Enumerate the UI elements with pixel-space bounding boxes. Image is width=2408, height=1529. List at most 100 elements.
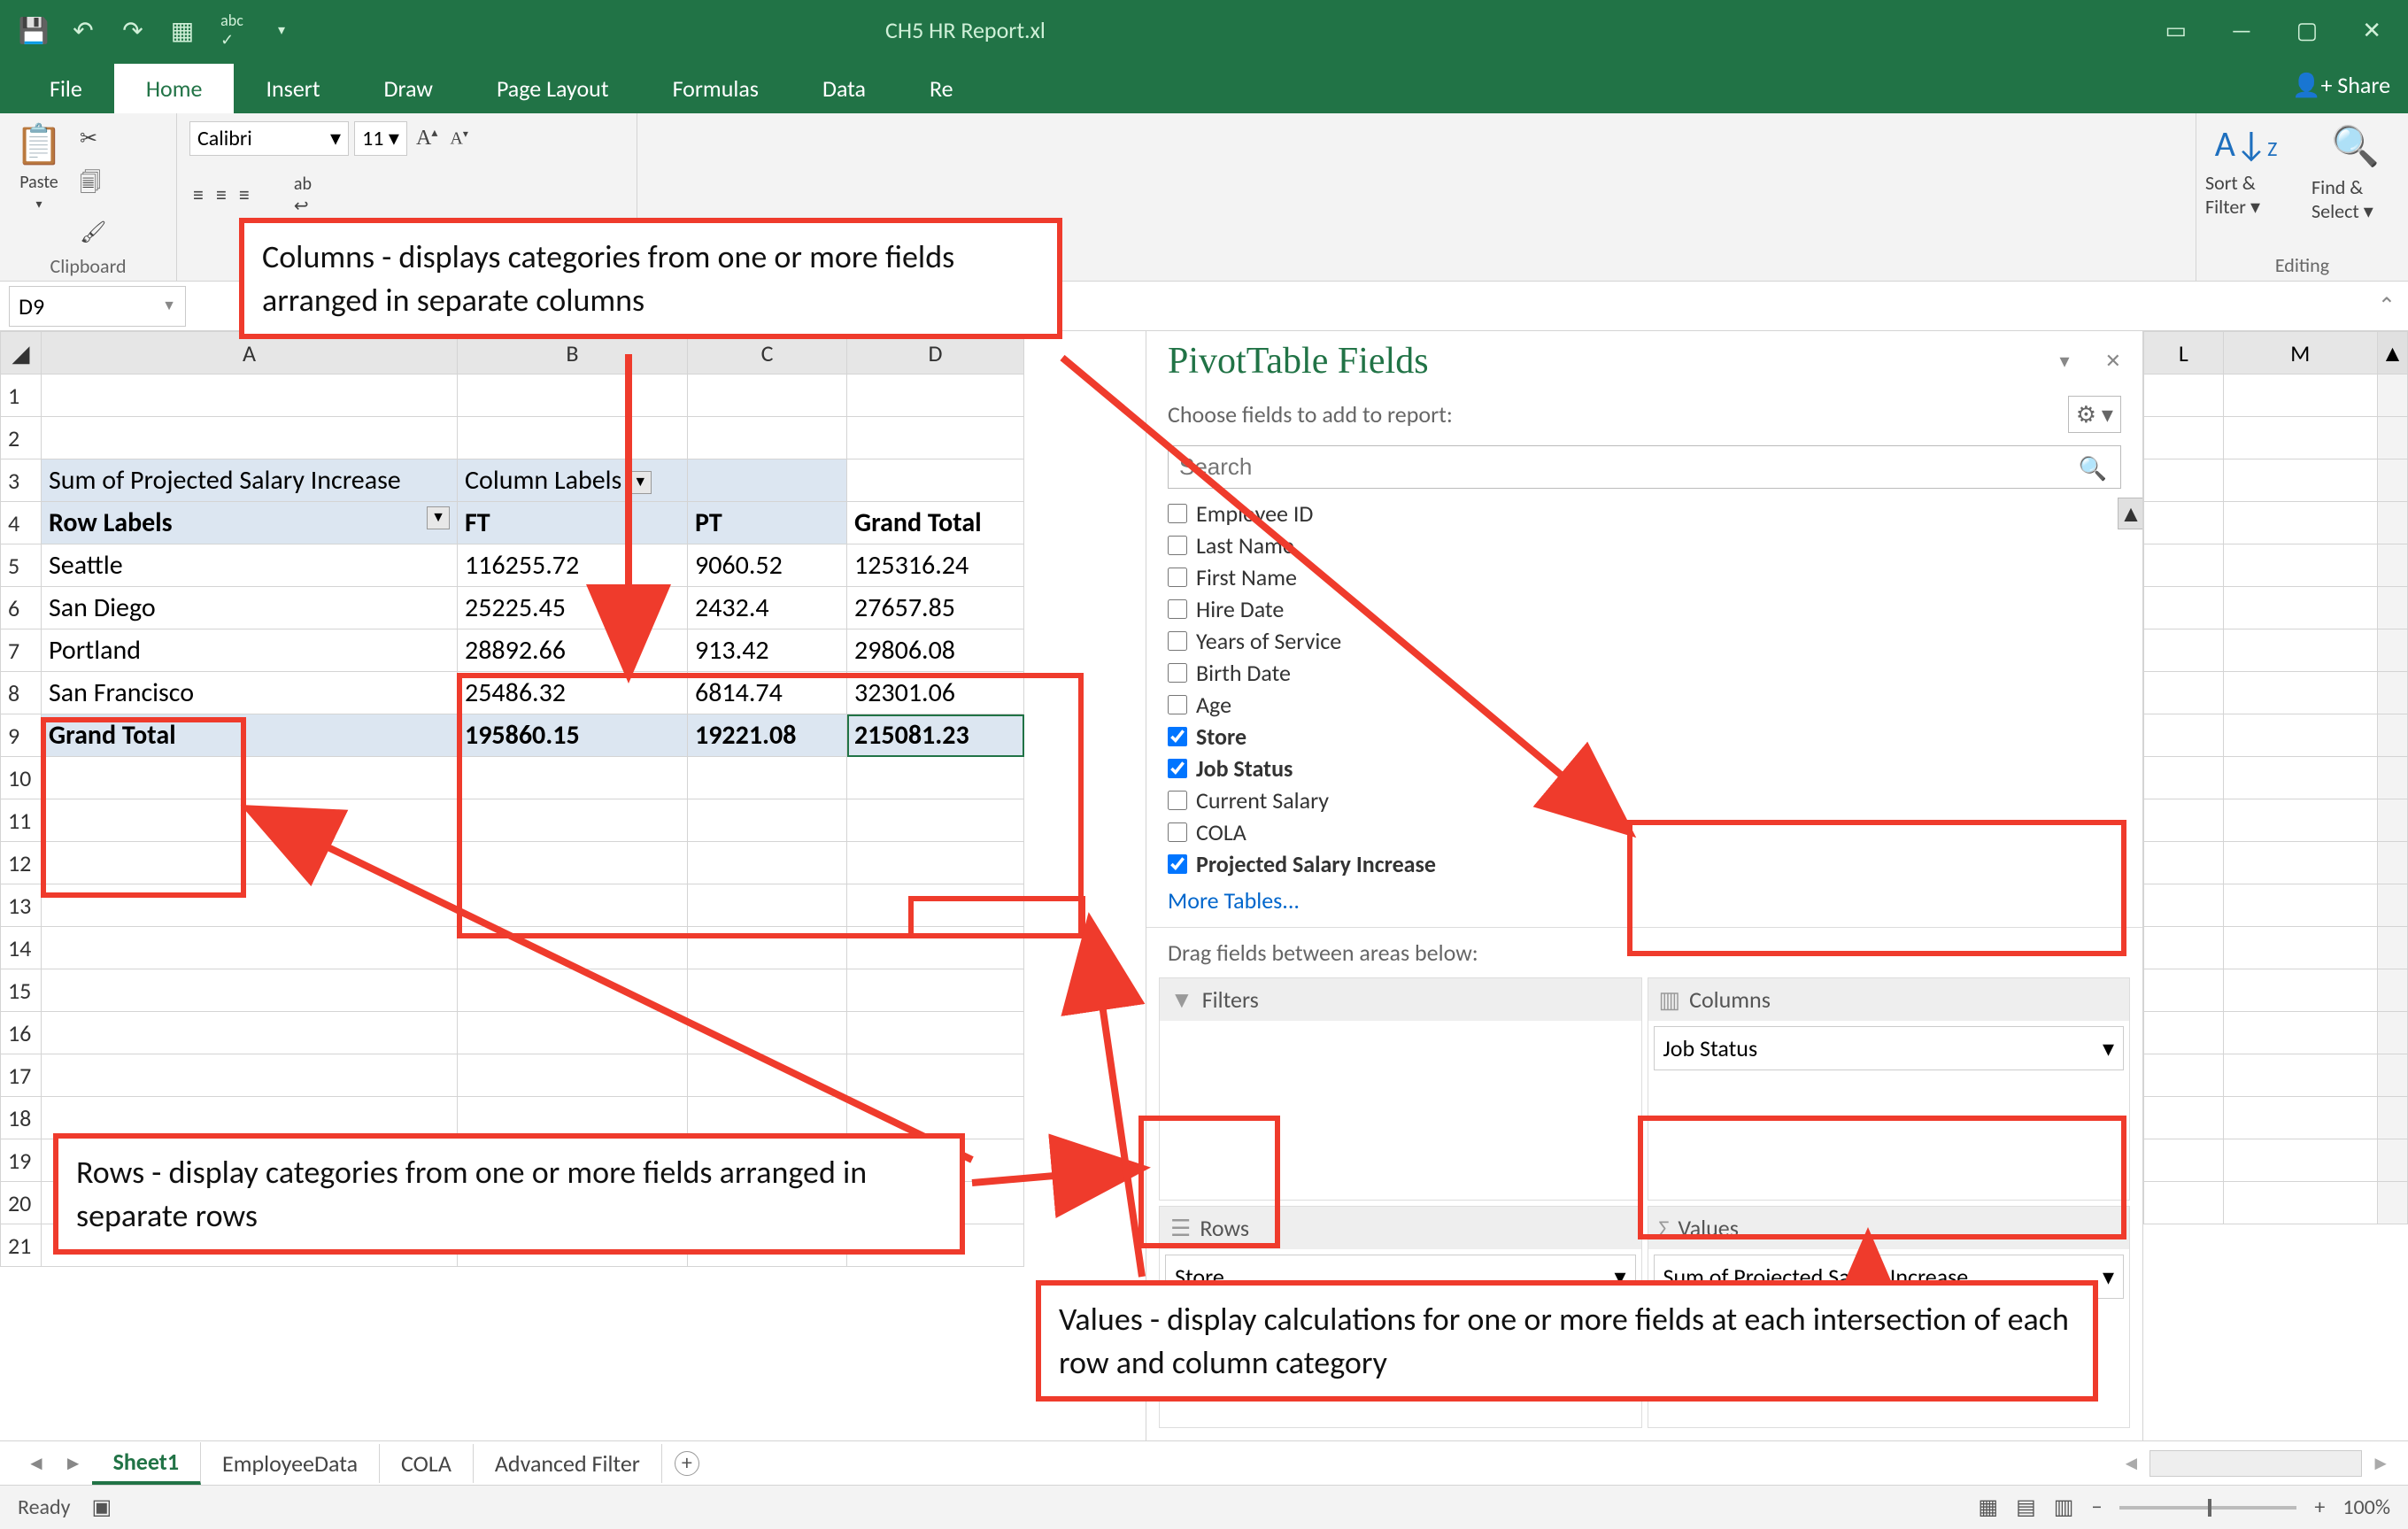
zoom-slider[interactable]: [2119, 1506, 2296, 1510]
scroll-up-icon[interactable]: ▲: [2378, 332, 2408, 375]
more-tables-link[interactable]: More Tables...: [1146, 881, 2142, 928]
search-icon[interactable]: 🔍: [2079, 454, 2107, 483]
filter-dropdown-icon[interactable]: ▼: [629, 471, 652, 494]
field-checkbox[interactable]: [1168, 663, 1187, 683]
spelling-icon[interactable]: abc✓: [207, 5, 257, 55]
increase-font-icon[interactable]: A▴: [413, 120, 441, 156]
gear-icon[interactable]: ⚙ ▾: [2068, 396, 2121, 433]
field-checkbox[interactable]: [1168, 727, 1187, 746]
wrap-text-icon[interactable]: ab↩: [290, 168, 315, 222]
qat-customize-icon[interactable]: ▾: [257, 5, 306, 55]
redo-icon[interactable]: ↷: [108, 5, 158, 55]
tab-file[interactable]: File: [18, 64, 114, 113]
view-normal-icon[interactable]: ▦: [1978, 1494, 1998, 1520]
cell-a5[interactable]: Seattle: [42, 544, 458, 587]
horizontal-scrollbar[interactable]: [2149, 1450, 2362, 1477]
format-painter-icon[interactable]: 🖌: [76, 214, 110, 251]
zoom-in-icon[interactable]: +: [2314, 1494, 2325, 1520]
cell-c4[interactable]: PT: [688, 502, 847, 544]
sheet-nav-left-icon[interactable]: ◄: [18, 1451, 55, 1475]
zoom-out-icon[interactable]: −: [2091, 1494, 2102, 1520]
paste-icon: 📋: [15, 120, 64, 168]
field-chip-columns[interactable]: Job Status ▾: [1654, 1026, 2125, 1070]
paste-button[interactable]: 📋 Paste ▾: [12, 120, 66, 212]
save-icon[interactable]: 💾: [9, 5, 58, 55]
scroll-right-icon[interactable]: ►: [2371, 1451, 2390, 1475]
field-checkbox[interactable]: [1168, 791, 1187, 810]
field-checkbox[interactable]: [1168, 599, 1187, 619]
align-center-icon[interactable]: ≡: [212, 177, 230, 213]
close-icon[interactable]: ✕: [2362, 16, 2381, 44]
new-sheet-button[interactable]: +: [675, 1451, 699, 1476]
search-input[interactable]: [1168, 445, 2121, 489]
macro-record-icon[interactable]: ▣: [92, 1494, 112, 1520]
right-columns[interactable]: LM▲: [2142, 331, 2408, 1440]
sheet-tab-cola[interactable]: COLA: [380, 1444, 474, 1483]
view-page-break-icon[interactable]: ▥: [2054, 1494, 2074, 1520]
cell-b4[interactable]: FT: [458, 502, 688, 544]
pane-dropdown-icon[interactable]: ▾: [2060, 350, 2070, 373]
cut-icon[interactable]: ✂: [76, 120, 110, 157]
select-all[interactable]: ◢: [1, 332, 42, 375]
pane-close-icon[interactable]: ✕: [2105, 350, 2121, 373]
tab-home[interactable]: Home: [114, 64, 235, 113]
drag-label: Drag fields between areas below:: [1146, 928, 2142, 977]
field-checkbox[interactable]: [1168, 822, 1187, 842]
field-checkbox[interactable]: [1168, 759, 1187, 778]
scroll-up-icon[interactable]: ▲: [2118, 498, 2142, 529]
minimize-icon[interactable]: —: [2231, 16, 2252, 44]
decrease-font-icon[interactable]: A▾: [446, 122, 471, 155]
maximize-icon[interactable]: ▢: [2296, 16, 2319, 44]
editing-group-label: Editing: [2205, 250, 2399, 277]
sort-filter-button[interactable]: A↓Z Sort & Filter ▾: [2205, 122, 2287, 250]
collapse-ribbon-icon[interactable]: ⌃: [2378, 293, 2396, 319]
tab-data[interactable]: Data: [791, 64, 898, 113]
tab-insert[interactable]: Insert: [234, 64, 351, 113]
tab-review[interactable]: Re: [898, 64, 985, 113]
col-L[interactable]: L: [2144, 332, 2224, 375]
share-button[interactable]: 👤+ Share: [2292, 71, 2390, 99]
tab-draw[interactable]: Draw: [352, 64, 465, 113]
cell-a4[interactable]: Row Labels▼: [42, 502, 458, 544]
tab-formulas[interactable]: Formulas: [641, 64, 791, 113]
sheet-tab-sheet1[interactable]: Sheet1: [92, 1442, 201, 1485]
field-checkbox[interactable]: [1168, 536, 1187, 555]
cell-a9[interactable]: Grand Total: [42, 714, 458, 757]
chevron-down-icon[interactable]: ▼: [162, 297, 176, 314]
sheet-nav-right-icon[interactable]: ►: [55, 1451, 92, 1475]
fields-list[interactable]: Employee ID Last Name First Name Hire Da…: [1146, 498, 2142, 881]
cell-d9[interactable]: 215081.23: [847, 714, 1024, 757]
field-checkbox[interactable]: [1168, 854, 1187, 874]
ribbon-display-icon[interactable]: ▭: [2165, 16, 2188, 44]
align-right-icon[interactable]: ≡: [235, 177, 253, 213]
find-select-button[interactable]: 🔍 Find & Select ▾: [2312, 122, 2399, 250]
chevron-down-icon[interactable]: ▾: [2103, 1034, 2114, 1062]
font-size-select[interactable]: 11 ▾: [354, 121, 407, 156]
col-M[interactable]: M: [2223, 332, 2377, 375]
qat-icon[interactable]: ▦: [158, 5, 207, 55]
cell-b3[interactable]: Column Labels▼: [458, 459, 688, 502]
field-checkbox[interactable]: [1168, 631, 1187, 651]
copy-icon[interactable]: 🗐: [76, 162, 110, 209]
sheet-tab-advanced-filter[interactable]: Advanced Filter: [474, 1444, 662, 1483]
tab-page-layout[interactable]: Page Layout: [465, 64, 641, 113]
cell-d4[interactable]: Grand Total: [847, 502, 1024, 544]
chevron-down-icon[interactable]: ▾: [35, 197, 42, 212]
name-box[interactable]: D9 ▼: [9, 286, 186, 327]
cell-a3[interactable]: Sum of Projected Salary Increase: [42, 459, 458, 502]
field-checkbox[interactable]: [1168, 695, 1187, 714]
worksheet[interactable]: ◢ A B C D 1 2 3 Sum of Projected Salary …: [0, 331, 1146, 1440]
filters-area[interactable]: ▼Filters: [1159, 977, 1642, 1201]
filter-dropdown-icon[interactable]: ▼: [427, 506, 450, 529]
field-checkbox[interactable]: [1168, 504, 1187, 523]
view-page-layout-icon[interactable]: ▤: [2016, 1494, 2036, 1520]
columns-area[interactable]: ▥Columns Job Status ▾: [1648, 977, 2131, 1201]
font-name-select[interactable]: Calibri ▾: [189, 121, 349, 156]
undo-icon[interactable]: ↶: [58, 5, 108, 55]
rows-icon: ☰: [1170, 1214, 1191, 1242]
field-checkbox[interactable]: [1168, 568, 1187, 587]
align-left-icon[interactable]: ≡: [189, 177, 207, 213]
scroll-left-icon[interactable]: ◄: [2121, 1451, 2141, 1475]
sheet-tab-employeedata[interactable]: EmployeeData: [201, 1444, 380, 1483]
chevron-down-icon[interactable]: ▾: [2103, 1263, 2114, 1291]
